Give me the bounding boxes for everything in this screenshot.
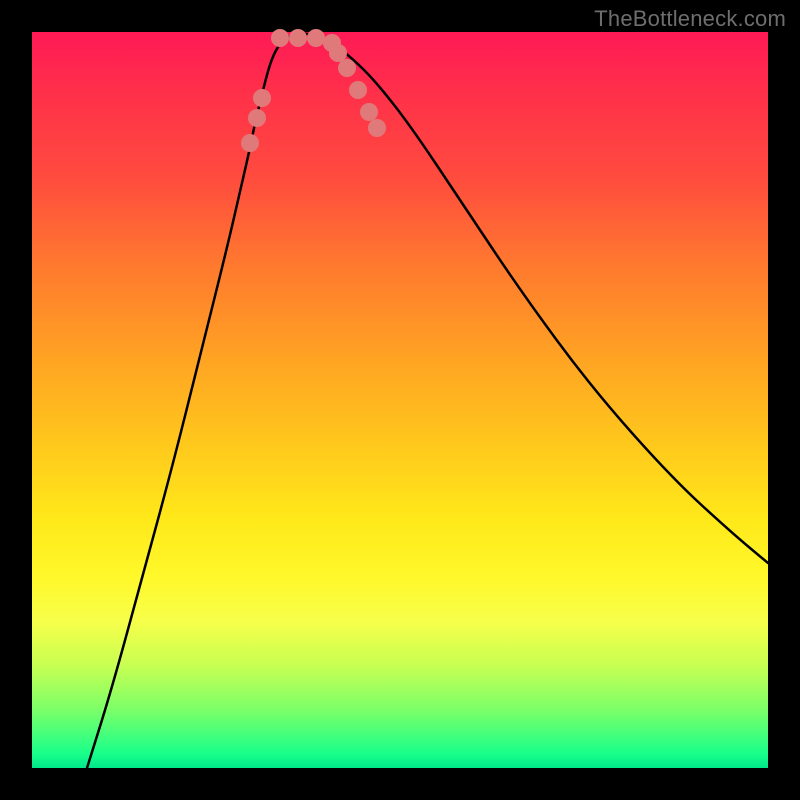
marker-dot [329, 44, 347, 62]
marker-dot [241, 134, 259, 152]
outer-frame: TheBottleneck.com [0, 0, 800, 800]
marker-dot [248, 109, 266, 127]
marker-dot [338, 59, 356, 77]
marker-dot [349, 81, 367, 99]
marker-dot [253, 89, 271, 107]
watermark-text: TheBottleneck.com [594, 6, 786, 32]
marker-dot [368, 119, 386, 137]
curve-left-branch [87, 33, 302, 768]
chart-svg [32, 32, 768, 768]
marker-cluster [241, 29, 386, 152]
chart-area [32, 32, 768, 768]
marker-dot [360, 103, 378, 121]
marker-dot [289, 29, 307, 47]
marker-dot [307, 29, 325, 47]
marker-dot [271, 29, 289, 47]
